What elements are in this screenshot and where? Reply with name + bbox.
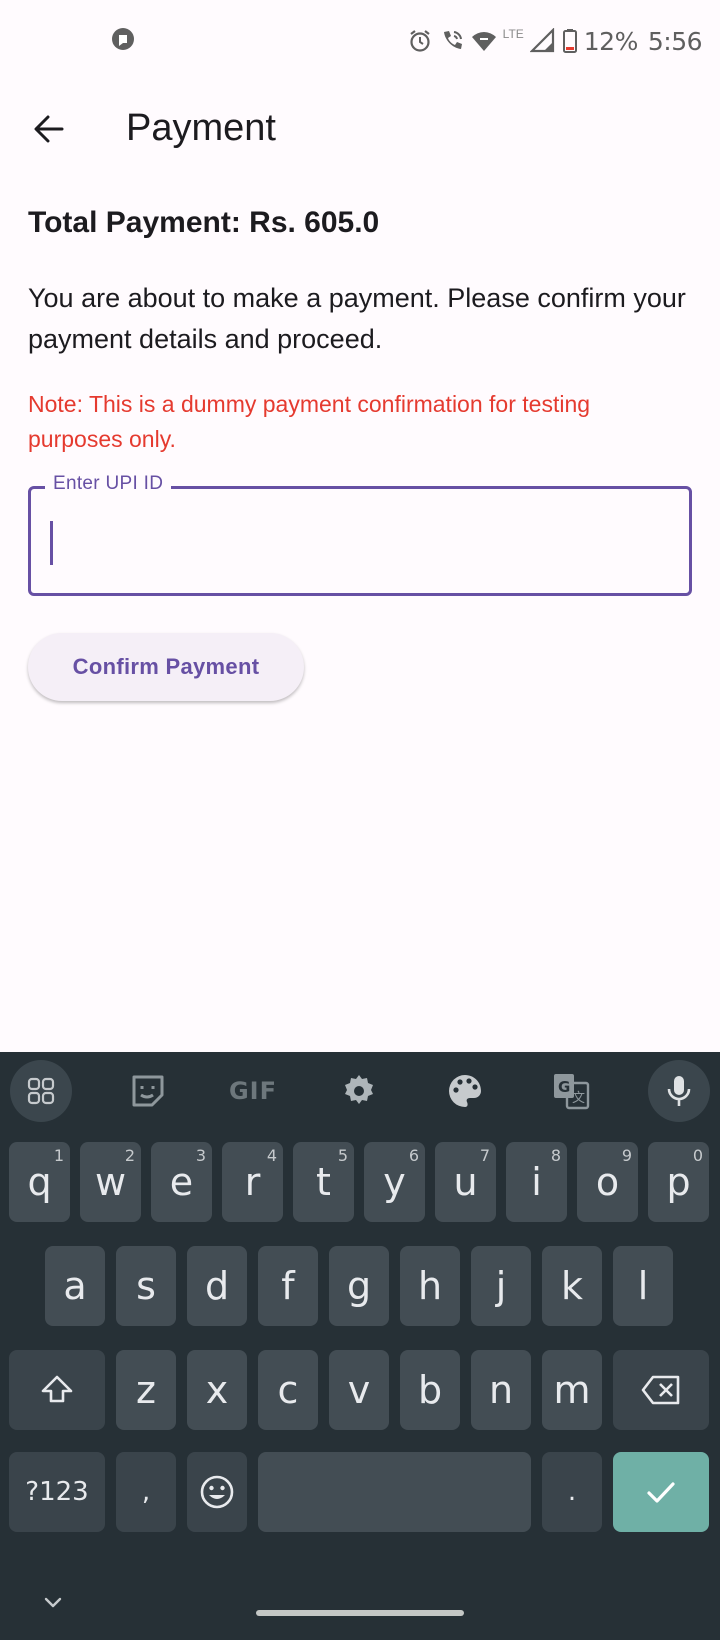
backspace-icon [641, 1375, 680, 1405]
emoji-key[interactable] [187, 1452, 247, 1532]
alarm-icon [409, 30, 430, 52]
wifi-icon [471, 32, 496, 51]
dummy-payment-note: Note: This is a dummy payment confirmati… [28, 391, 591, 452]
key-o[interactable]: o9 [577, 1142, 638, 1222]
key-w[interactable]: w2 [80, 1142, 141, 1222]
apps-grid-icon [27, 1077, 55, 1105]
gesture-nav-handle[interactable] [256, 1610, 464, 1616]
soft-keyboard: GIF G 文 q 1 w 2 e 3 r 4 t 5 y 6 u 7 i 8 … [0, 1052, 720, 1640]
microphone-icon [667, 1076, 691, 1106]
checkmark-icon [647, 1482, 675, 1503]
key-j[interactable]: j [471, 1246, 531, 1326]
text-caret [50, 521, 53, 565]
sticker-icon [132, 1075, 164, 1107]
key-m[interactable]: m [542, 1350, 602, 1430]
key-r[interactable]: r4 [222, 1142, 283, 1222]
chevron-down-icon [44, 1597, 62, 1608]
payment-description: You are about to make a payment. Please … [28, 283, 686, 354]
wifi-calling-icon [443, 31, 462, 49]
key-a[interactable]: a [45, 1246, 105, 1326]
emoji-icon [200, 1475, 234, 1509]
svg-text:文: 文 [572, 1091, 585, 1106]
key-q[interactable]: q1 [9, 1142, 70, 1222]
key-y[interactable]: y6 [364, 1142, 425, 1222]
key-i[interactable]: i8 [506, 1142, 567, 1222]
symbols-key[interactable]: ?123 [9, 1452, 105, 1532]
confirm-payment-button[interactable]: Confirm Payment [28, 633, 304, 701]
upi-id-label: Enter UPI ID [45, 473, 172, 495]
upi-id-input[interactable] [45, 507, 665, 573]
translate-button[interactable]: G 文 [540, 1060, 602, 1122]
shift-icon [41, 1375, 73, 1403]
period-key[interactable]: . [542, 1452, 602, 1532]
signal-icon [529, 28, 554, 53]
app-bar: Payment [0, 88, 720, 168]
app-notification-icon [112, 28, 134, 50]
space-key[interactable] [258, 1452, 531, 1532]
translate-icon: G 文 [554, 1074, 590, 1110]
key-f[interactable]: f [258, 1246, 318, 1326]
lte-indicator: LTE [502, 27, 524, 41]
key-b[interactable]: b [400, 1350, 460, 1430]
key-x[interactable]: x [187, 1350, 247, 1430]
upi-id-field[interactable]: Enter UPI ID [28, 473, 692, 596]
key-d[interactable]: d [187, 1246, 247, 1326]
gif-icon: GIF [228, 1077, 278, 1105]
page-title: Payment [126, 107, 276, 149]
theme-button[interactable] [434, 1060, 496, 1122]
key-s[interactable]: s [116, 1246, 176, 1326]
battery-percent: 12% [583, 26, 639, 56]
key-p[interactable]: p0 [648, 1142, 709, 1222]
backspace-key[interactable] [613, 1350, 709, 1430]
palette-icon [449, 1075, 481, 1107]
keyboard-toolbar: GIF G 文 [0, 1052, 720, 1132]
hide-keyboard-button[interactable] [36, 1586, 70, 1620]
apps-grid-button[interactable] [10, 1060, 72, 1122]
keyboard-nav-area [0, 1572, 720, 1640]
key-c[interactable]: c [258, 1350, 318, 1430]
key-e[interactable]: e3 [151, 1142, 212, 1222]
settings-button[interactable] [328, 1060, 390, 1122]
shift-key[interactable] [9, 1350, 105, 1430]
key-u[interactable]: u7 [435, 1142, 496, 1222]
enter-key[interactable] [613, 1452, 709, 1532]
settings-gear-icon [345, 1075, 373, 1104]
voice-input-button[interactable] [648, 1060, 710, 1122]
comma-key[interactable]: , [116, 1452, 176, 1532]
key-t[interactable]: t5 [293, 1142, 354, 1222]
svg-text:G: G [558, 1078, 570, 1096]
back-button[interactable] [22, 102, 76, 156]
battery-low-icon [562, 29, 577, 53]
arrow-back-icon [34, 115, 64, 143]
gif-button[interactable]: GIF [222, 1060, 284, 1122]
status-bar: LTE 12% 5:56 [0, 0, 720, 80]
sticker-button[interactable] [117, 1060, 179, 1122]
key-v[interactable]: v [329, 1350, 389, 1430]
key-k[interactable]: k [542, 1246, 602, 1326]
key-z[interactable]: z [116, 1350, 176, 1430]
key-h[interactable]: h [400, 1246, 460, 1326]
key-g[interactable]: g [329, 1246, 389, 1326]
key-n[interactable]: n [471, 1350, 531, 1430]
clock: 5:56 [647, 26, 703, 56]
key-l[interactable]: l [613, 1246, 673, 1326]
total-payment: Total Payment: Rs. 605.0 [28, 206, 380, 239]
